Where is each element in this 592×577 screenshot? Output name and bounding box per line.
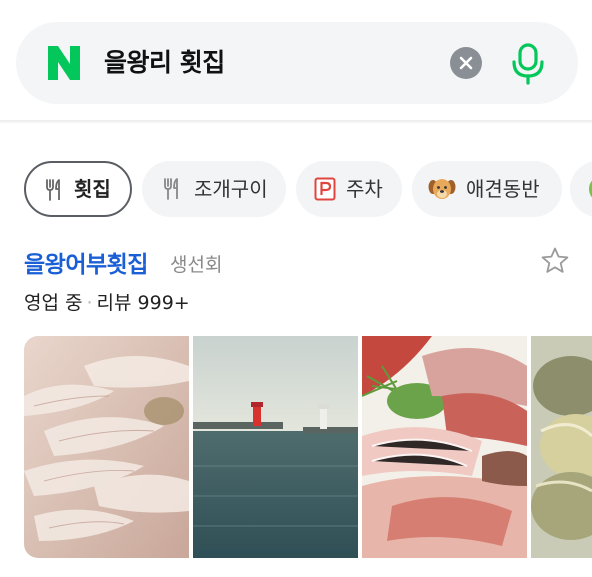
chip-label: 조개구이: [194, 177, 268, 201]
sashimi-platter-photo[interactable]: [362, 336, 527, 558]
open-status: 영업 중: [24, 292, 83, 314]
dog-icon: [428, 179, 456, 199]
naver-logo-icon[interactable]: [46, 44, 82, 82]
search-bar[interactable]: 을왕리 횟집: [16, 22, 578, 104]
chip-label: 횟집: [74, 177, 111, 201]
chip-jogaegui[interactable]: 조개구이: [142, 161, 286, 217]
fork-knife-icon: [46, 179, 60, 201]
search-query[interactable]: 을왕리 횟집: [104, 46, 225, 80]
clear-button[interactable]: [450, 47, 482, 79]
header-divider: [0, 120, 592, 123]
chip-label: 주차: [346, 177, 383, 201]
fork-knife-icon: [164, 178, 178, 200]
parking-icon: [314, 177, 336, 201]
chip-pet-friendly[interactable]: 애견동반: [412, 161, 562, 217]
category-chips: 횟집 조개구이 주차 애견동반: [24, 161, 592, 217]
leaf-icon: [589, 180, 592, 198]
place-status: 영업 중 · 리뷰 999+: [24, 288, 190, 315]
harbor-lighthouse-photo[interactable]: [193, 336, 358, 558]
place-category: 생선회: [170, 254, 223, 276]
chip-parking[interactable]: 주차: [296, 161, 402, 217]
photo-strip: [24, 336, 592, 558]
abalone-photo[interactable]: [531, 336, 592, 558]
close-icon: [459, 56, 473, 70]
review-count[interactable]: 리뷰 999+: [97, 292, 190, 314]
chip-label: 애견동반: [466, 177, 540, 201]
separator: ·: [86, 292, 93, 314]
place-name[interactable]: 을왕어부횟집: [24, 245, 148, 279]
chip-more[interactable]: [570, 161, 592, 217]
chip-hoetjip[interactable]: 횟집: [24, 161, 132, 217]
microphone-icon[interactable]: [508, 42, 548, 86]
sashimi-photo[interactable]: [24, 336, 189, 558]
star-icon[interactable]: [540, 246, 570, 276]
